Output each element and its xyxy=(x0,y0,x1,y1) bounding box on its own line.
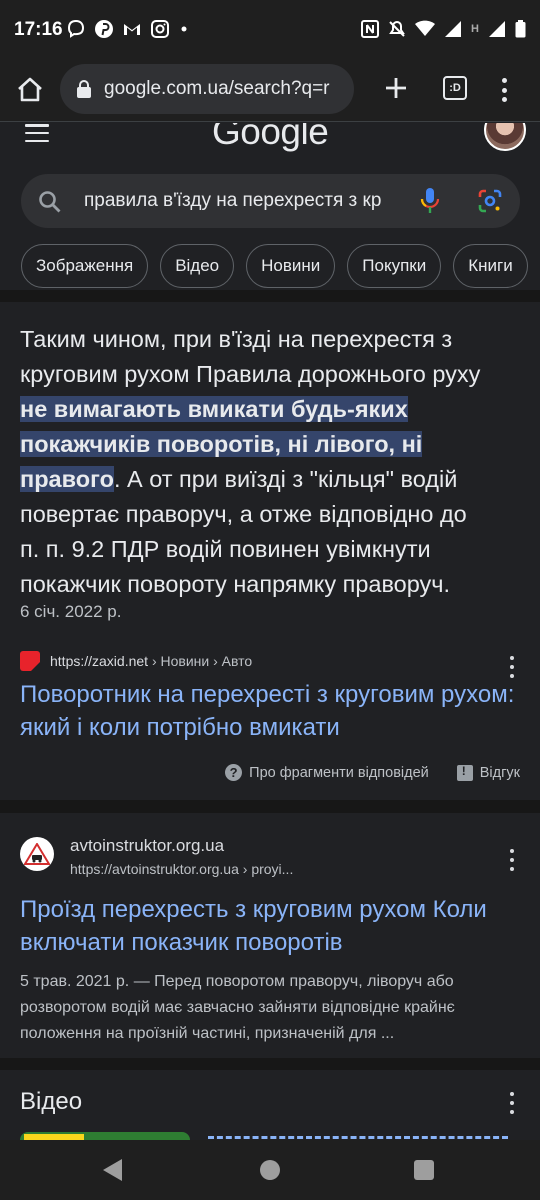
chip-news[interactable]: Новини xyxy=(246,244,336,288)
notification-icons xyxy=(66,19,190,39)
gmail-icon xyxy=(124,24,140,35)
battery-icon xyxy=(515,20,526,38)
featured-snippet: Таким чином, при в'їзді на перехрестя з … xyxy=(0,302,540,800)
snippet-text: Таким чином, при в'їзді на перехрестя з … xyxy=(20,326,481,597)
hamburger-menu-icon[interactable] xyxy=(25,124,49,142)
mute-icon xyxy=(389,20,405,37)
google-logo[interactable]: Google xyxy=(212,123,329,153)
browser-toolbar: google.com.ua/search?q=r :D xyxy=(0,60,540,122)
home-icon[interactable] xyxy=(14,74,46,106)
zaxid-favicon-icon xyxy=(20,651,40,671)
snippet-source[interactable]: https://zaxid.net › Новини › Авто xyxy=(20,651,252,671)
dot-icon xyxy=(181,26,187,32)
status-bar: 17:16 H xyxy=(0,0,540,60)
google-lens-icon[interactable] xyxy=(477,188,503,214)
signal-icon xyxy=(445,21,462,37)
system-icons: H xyxy=(361,19,526,39)
source-breadcrumb: › Новини › Авто xyxy=(148,653,253,669)
result-options-icon[interactable] xyxy=(509,849,515,871)
google-header: Google xyxy=(0,123,540,161)
url-text[interactable]: google.com.ua/search?q=r xyxy=(104,78,330,100)
recents-icon[interactable] xyxy=(414,1160,434,1180)
source-url: https://zaxid.net xyxy=(50,653,149,669)
search-box[interactable]: правила в'їзду на перехрестя з кр xyxy=(21,174,520,228)
chip-shopping[interactable]: Покупки xyxy=(347,244,442,288)
snippet-date: 6 січ. 2022 р. xyxy=(20,602,122,621)
videos-heading: Відео xyxy=(20,1088,83,1115)
status-time: 17:16 xyxy=(14,19,63,40)
system-nav-bar xyxy=(0,1140,540,1200)
search-icon[interactable] xyxy=(37,189,63,215)
instagram-icon xyxy=(151,20,169,38)
pinterest-icon xyxy=(95,20,113,38)
feedback-link[interactable]: Відгук xyxy=(456,764,520,781)
viber-icon xyxy=(67,19,85,38)
avtoinstruktor-favicon-icon xyxy=(20,837,54,871)
videos-section: Відео xyxy=(0,1070,540,1145)
result-description: 5 трав. 2021 р. — Перед поворотом правор… xyxy=(20,973,455,1042)
divider xyxy=(0,800,540,813)
about-snippets-link[interactable]: ? Про фрагменти відповідей xyxy=(225,764,429,781)
snippet-result-title[interactable]: Поворотник на перехресті з круговим рухо… xyxy=(20,678,520,744)
help-icon: ? xyxy=(225,764,243,781)
more-menu-icon[interactable] xyxy=(494,74,514,106)
back-icon[interactable] xyxy=(103,1159,122,1181)
search-input[interactable]: правила в'їзду на перехрестя з кр xyxy=(84,190,424,212)
divider xyxy=(0,1058,540,1070)
lock-icon[interactable] xyxy=(76,80,92,98)
new-tab-icon[interactable] xyxy=(380,72,412,104)
home-nav-icon[interactable] xyxy=(260,1160,280,1180)
chip-images[interactable]: Зображення xyxy=(21,244,149,288)
wifi-icon xyxy=(415,20,436,36)
result-title[interactable]: Проїзд перехресть з круговим рухом Коли … xyxy=(20,893,520,959)
nfc-icon xyxy=(361,20,380,38)
chip-video[interactable]: Відео xyxy=(160,244,235,288)
chip-books[interactable]: Книги xyxy=(453,244,528,288)
tab-switcher-button[interactable]: :D xyxy=(443,76,467,100)
site-url[interactable]: https://avtoinstruktor.org.ua › proyi... xyxy=(70,861,293,877)
divider xyxy=(0,290,540,302)
result-options-icon[interactable] xyxy=(509,656,515,678)
site-name[interactable]: avtoinstruktor.org.ua xyxy=(70,836,224,856)
address-bar[interactable]: google.com.ua/search?q=r xyxy=(60,64,354,114)
search-filter-chips: Зображення Відео Новини Покупки Книги xyxy=(21,244,528,288)
signal-icon-2 xyxy=(489,21,505,37)
microphone-icon[interactable] xyxy=(419,187,441,215)
snippet-footer: ? Про фрагменти відповідей Відгук xyxy=(225,764,520,781)
avatar[interactable] xyxy=(484,123,526,151)
signal-h-icon: H xyxy=(471,23,479,35)
videos-options-icon[interactable] xyxy=(509,1092,515,1114)
search-result: avtoinstruktor.org.ua https://avtoinstru… xyxy=(0,813,540,1058)
feedback-icon xyxy=(456,764,473,781)
